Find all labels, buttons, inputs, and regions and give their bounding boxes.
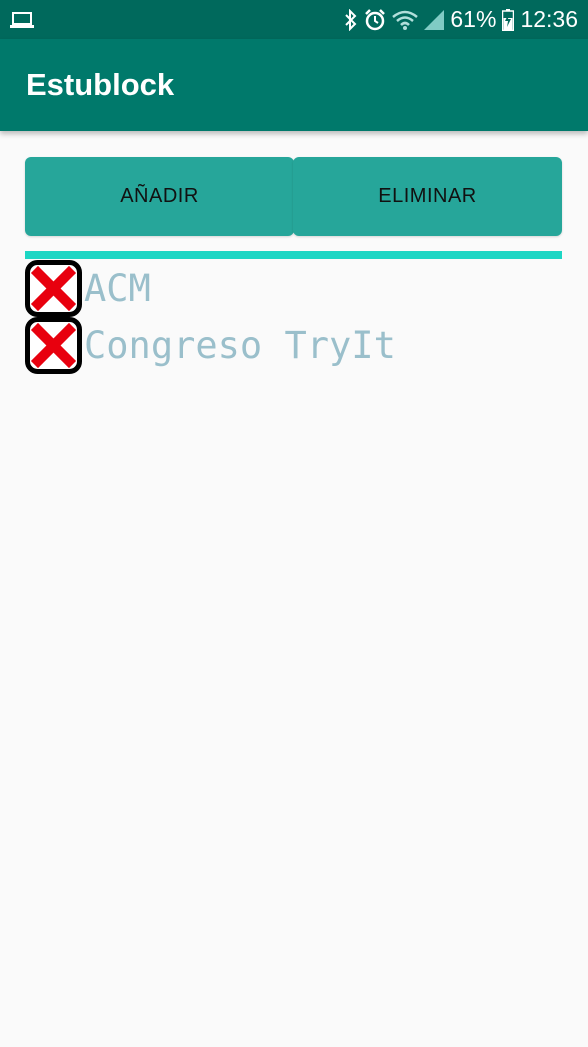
action-buttons: AÑADIR ELIMINAR: [25, 157, 562, 236]
clock-time: 12:36: [520, 6, 578, 32]
alarm-icon: [364, 8, 386, 31]
bluetooth-icon: [344, 8, 358, 31]
list-item[interactable]: ACM: [25, 260, 562, 317]
battery-icon: [502, 8, 515, 31]
wifi-icon: [392, 9, 419, 31]
battery-text: 61%: [450, 6, 497, 32]
item-list: ACM Congreso TryIt: [25, 260, 562, 374]
signal-icon: [424, 9, 445, 30]
x-close-icon[interactable]: [25, 260, 82, 317]
status-bar: 61% 12:36: [0, 0, 588, 39]
add-button[interactable]: AÑADIR: [25, 157, 294, 236]
list-item-label: ACM: [84, 267, 151, 310]
list-item-label: Congreso TryIt: [84, 324, 396, 367]
app-title: Estublock: [26, 67, 175, 102]
delete-button[interactable]: ELIMINAR: [293, 157, 562, 236]
x-close-icon[interactable]: [25, 317, 82, 374]
list-item[interactable]: Congreso TryIt: [25, 317, 562, 374]
app-bar: Estublock: [0, 39, 588, 131]
divider: [25, 251, 562, 259]
laptop-icon: [10, 11, 34, 29]
